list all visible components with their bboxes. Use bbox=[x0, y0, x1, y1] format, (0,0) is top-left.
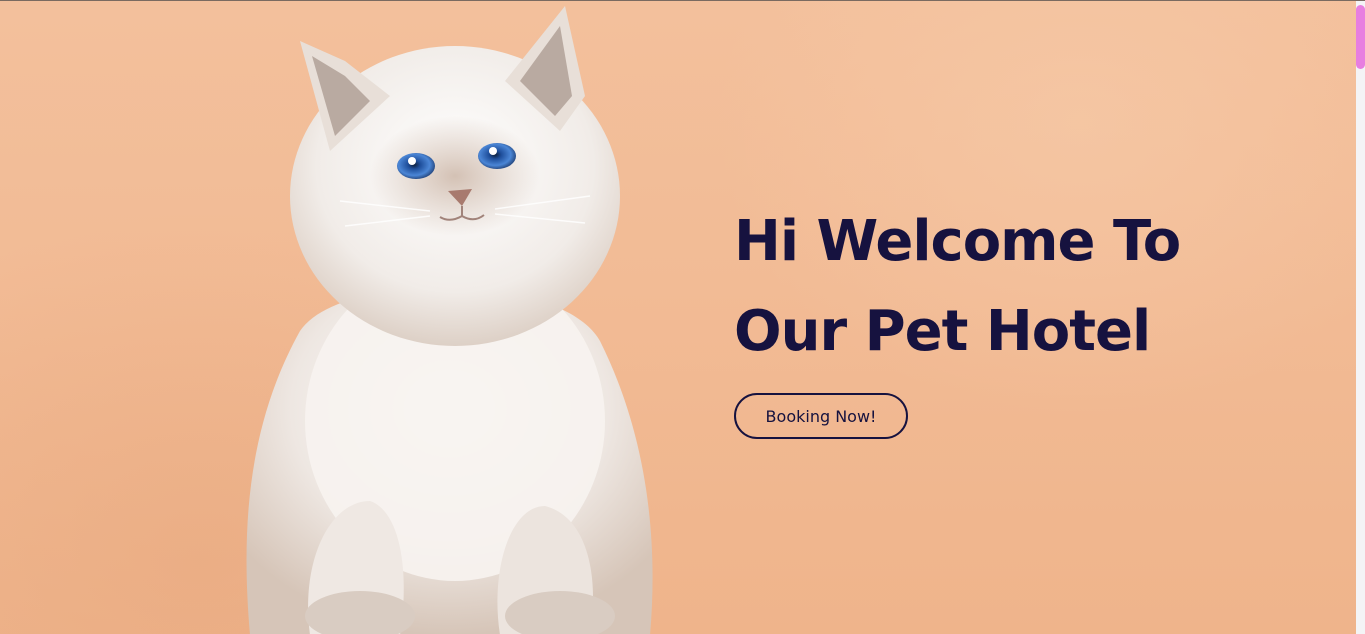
hero-section: Hi Welcome To Our Pet Hotel Booking Now! bbox=[0, 1, 1356, 634]
booking-now-button[interactable]: Booking Now! bbox=[734, 393, 908, 439]
scrollbar-track[interactable] bbox=[1356, 1, 1365, 634]
page: Hi Welcome To Our Pet Hotel Booking Now! bbox=[0, 0, 1365, 634]
headline-line-2: Our Pet Hotel bbox=[734, 299, 1151, 364]
kitten-image bbox=[246, 6, 653, 634]
headline-line-1: Hi Welcome To bbox=[734, 209, 1181, 274]
scrollbar-thumb[interactable] bbox=[1356, 5, 1365, 69]
hero-headline: Hi Welcome To Our Pet Hotel bbox=[734, 197, 1181, 377]
